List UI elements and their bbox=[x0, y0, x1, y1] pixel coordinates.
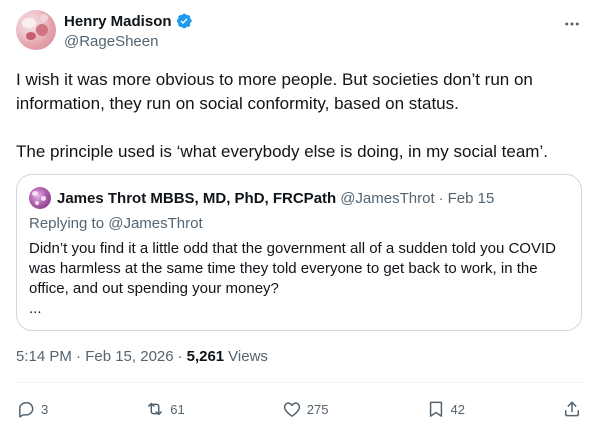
quoted-tweet-body: Didn’t you find it a little odd that the… bbox=[29, 240, 556, 297]
reply-button[interactable]: 3 bbox=[16, 399, 48, 419]
tweet-timestamp[interactable]: 5:14 PM · Feb 15, 2026 bbox=[16, 348, 174, 365]
repost-count: 61 bbox=[170, 401, 185, 417]
tweet-header: Henry Madison @RageSheen bbox=[16, 10, 582, 54]
quoted-dot-separator: · bbox=[438, 189, 444, 207]
like-button[interactable]: 275 bbox=[282, 399, 329, 419]
bookmark-icon bbox=[429, 401, 442, 417]
quoted-author-avatar bbox=[29, 187, 51, 209]
like-count: 275 bbox=[306, 401, 329, 417]
heart-icon bbox=[283, 402, 300, 417]
reply-count: 3 bbox=[41, 401, 49, 417]
repost-icon bbox=[148, 402, 163, 416]
share-button[interactable] bbox=[562, 399, 582, 419]
tweet-text: I wish it was more obvious to more peopl… bbox=[16, 68, 582, 164]
author-handle[interactable]: @RageSheen bbox=[64, 33, 193, 50]
reply-icon bbox=[19, 402, 34, 418]
views-count: 5,261 bbox=[186, 348, 225, 365]
author-display-name[interactable]: Henry Madison bbox=[64, 13, 172, 30]
more-horizontal-icon bbox=[565, 22, 579, 26]
replying-to-handle[interactable]: @JamesThrot bbox=[108, 215, 202, 232]
author-avatar[interactable] bbox=[16, 10, 56, 50]
tweet-paragraph-2: The principle used is ‘what everybody el… bbox=[16, 142, 548, 161]
quoted-tweet-header: James Throt MBBS, MD, PhD, FRCPath @Jame… bbox=[29, 187, 569, 209]
tweet-paragraph-1: I wish it was more obvious to more peopl… bbox=[16, 70, 533, 113]
quoted-tweet-text: Didn’t you find it a little odd that the… bbox=[29, 239, 559, 319]
replying-to-label: Replying to bbox=[29, 215, 105, 232]
verified-badge-icon bbox=[176, 13, 192, 29]
quoted-date: Feb 15 bbox=[447, 189, 495, 207]
author-names: Henry Madison @RageSheen bbox=[64, 10, 193, 50]
action-bar: 3 61 275 42 bbox=[16, 396, 582, 422]
bookmark-count: 42 bbox=[450, 401, 465, 417]
quoted-author-name: James Throt MBBS, MD, PhD, FRCPath bbox=[57, 189, 337, 207]
actions-divider bbox=[16, 382, 582, 383]
repost-button[interactable]: 61 bbox=[145, 399, 185, 419]
more-options-button[interactable] bbox=[562, 14, 582, 34]
quoted-tweet[interactable]: James Throt MBBS, MD, PhD, FRCPath @Jame… bbox=[16, 174, 582, 331]
views-label: Views bbox=[228, 348, 268, 365]
tweet-meta: 5:14 PM · Feb 15, 2026 · 5,261 Views bbox=[16, 348, 268, 365]
quoted-author-handle: @JamesThrot bbox=[340, 189, 435, 207]
bookmark-button[interactable]: 42 bbox=[426, 399, 465, 419]
share-icon bbox=[565, 401, 579, 417]
meta-dot-separator: · bbox=[177, 348, 183, 365]
quoted-tweet-ellipsis: ... bbox=[29, 300, 42, 317]
replying-to: Replying to @JamesThrot bbox=[29, 215, 569, 235]
